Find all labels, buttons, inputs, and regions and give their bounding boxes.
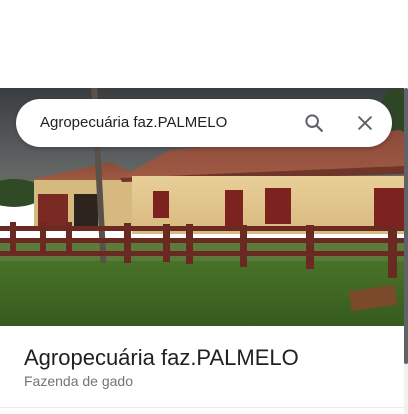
divider [0,407,404,408]
scrollbar-thumb[interactable] [404,88,408,364]
search-button[interactable] [296,105,332,141]
search-icon [305,114,323,132]
search-bar[interactable]: Agropecuária faz.PALMELO [16,99,392,147]
search-input[interactable]: Agropecuária faz.PALMELO [40,99,227,147]
close-button[interactable] [347,105,383,141]
close-icon [358,116,372,130]
top-blank-area [0,0,408,88]
place-category: Fazenda de gado [24,373,133,389]
place-title: Agropecuária faz.PALMELO [24,345,299,370]
place-info-panel: Agropecuária faz.PALMELO Fazenda de gado [0,326,404,414]
